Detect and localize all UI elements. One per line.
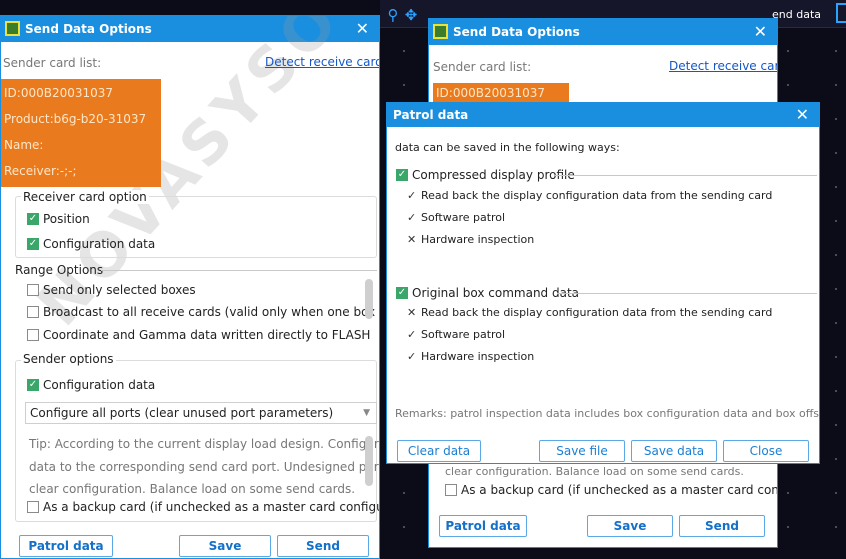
compressed-item-2: Software patrol	[421, 211, 506, 224]
app-icon	[433, 24, 448, 39]
clear-data-button[interactable]: Clear data	[397, 440, 481, 462]
coordinate-flash-label: Coordinate and Gamma data written direct…	[43, 328, 371, 342]
close-icon[interactable]: ✕	[796, 105, 809, 124]
close-icon[interactable]: ✕	[754, 22, 767, 41]
send-data-toolbar-text[interactable]: end data	[772, 8, 821, 21]
position-label: Position	[43, 212, 90, 226]
search-icon[interactable]: ⚲	[384, 6, 402, 24]
card-product: Product:b6g-b20-31037	[4, 112, 147, 126]
tip-scrollbar[interactable]	[365, 436, 373, 486]
close-icon[interactable]: ✕	[356, 19, 369, 38]
range-options-divider	[101, 270, 377, 271]
save-data-button[interactable]: Save data	[631, 440, 717, 462]
port-config-value: Configure all ports (clear unused port p…	[30, 406, 334, 420]
original-item-3-mark: ✓	[407, 350, 417, 363]
right-backup-card-label: As a backup card (if unchecked as a mast…	[461, 483, 778, 497]
original-box-checkbox[interactable]: ✓	[396, 287, 408, 299]
compressed-divider	[555, 175, 817, 176]
right-card-id: ID:000B20031037	[436, 86, 546, 100]
sender-configuration-checkbox[interactable]: ✓	[27, 379, 39, 391]
original-item-1-mark: ✕	[407, 306, 417, 319]
right-tip-line: clear configuration. Balance load on som…	[445, 465, 744, 478]
right-patrol-data-button[interactable]: Patrol data	[439, 515, 527, 537]
detect-receive-cards-link[interactable]: Detect receive cards	[265, 55, 379, 69]
sender-configuration-label: Configuration data	[43, 378, 156, 392]
receiver-configuration-checkbox[interactable]: ✓	[27, 238, 39, 250]
move-icon[interactable]: ✥	[402, 6, 420, 24]
card-id: ID:000B20031037	[4, 86, 114, 100]
right-save-button[interactable]: Save	[587, 515, 673, 537]
send-selected-label: Send only selected boxes	[43, 283, 196, 297]
chevron-down-icon: ▼	[363, 408, 370, 418]
right-dialog-title: Send Data Options	[453, 25, 580, 39]
compressed-item-3-mark: ✕	[407, 233, 417, 246]
right-send-button[interactable]: Send	[679, 515, 765, 537]
original-divider	[557, 293, 817, 294]
left-dialog-title: Send Data Options	[25, 22, 152, 36]
original-item-3: Hardware inspection	[421, 350, 535, 363]
range-options-label: Range Options	[15, 263, 104, 277]
right-backup-card-checkbox[interactable]	[445, 484, 457, 496]
tip-line-3: clear configuration. Balance load on som…	[29, 482, 356, 496]
card-name: Name:	[4, 138, 44, 152]
left-dialog-titlebar: Send Data Options ✕	[1, 16, 379, 42]
original-item-2-mark: ✓	[407, 328, 417, 341]
right-dialog-titlebar: Send Data Options ✕	[429, 19, 777, 45]
coordinate-flash-checkbox[interactable]	[27, 329, 39, 341]
card-receiver: Receiver:-;-;	[4, 164, 77, 178]
broadcast-checkbox[interactable]	[27, 306, 39, 318]
tip-line-1: Tip: According to the current display lo…	[29, 437, 380, 451]
receiver-configuration-label: Configuration data	[43, 237, 156, 251]
patrol-data-button[interactable]: Patrol data	[19, 535, 113, 557]
close-button[interactable]: Close	[723, 440, 809, 462]
position-checkbox[interactable]: ✓	[27, 213, 39, 225]
range-scrollbar[interactable]	[365, 279, 373, 319]
patrol-dialog-title: Patrol data	[393, 108, 469, 122]
left-send-data-dialog: Send Data Options ✕ NOVASYSO Sender card…	[0, 15, 380, 559]
receiver-card-option-label: Receiver card option	[21, 190, 149, 204]
compressed-item-1-mark: ✓	[407, 189, 417, 202]
original-item-1: Read back the display configuration data…	[421, 306, 773, 319]
broadcast-label: Broadcast to all receive cards (valid on…	[43, 305, 380, 319]
compressed-item-1: Read back the display configuration data…	[421, 189, 773, 202]
right-sender-card-item[interactable]: ID:000B20031037	[433, 83, 569, 103]
patrol-data-dialog: Patrol data ✕ data can be saved in the f…	[386, 102, 820, 464]
patrol-intro: data can be saved in the following ways:	[395, 141, 620, 154]
right-detect-receive-cards-link[interactable]: Detect receive cards	[669, 59, 777, 73]
patrol-dialog-titlebar: Patrol data ✕	[387, 103, 819, 127]
compressed-profile-label: Compressed display profile	[412, 168, 575, 182]
compressed-item-2-mark: ✓	[407, 211, 417, 224]
tip-line-2: data to the corresponding send card port…	[29, 460, 380, 474]
patrol-remarks: Remarks: patrol inspection data includes…	[395, 407, 820, 420]
right-sender-card-list-label: Sender card list:	[433, 60, 532, 74]
compressed-item-3: Hardware inspection	[421, 233, 535, 246]
sender-options-label: Sender options	[21, 352, 116, 366]
original-item-2: Software patrol	[421, 328, 506, 341]
send-button[interactable]: Send	[277, 535, 369, 557]
port-config-select[interactable]: Configure all ports (clear unused port p…	[25, 402, 377, 424]
sender-card-item[interactable]: ID:000B20031037 Product:b6g-b20-31037 Na…	[1, 79, 161, 187]
app-icon	[5, 21, 20, 36]
compressed-profile-checkbox[interactable]: ✓	[396, 169, 408, 181]
send-selected-checkbox[interactable]	[27, 284, 39, 296]
original-box-label: Original box command data	[412, 286, 580, 300]
toolbar-square-icon[interactable]	[836, 3, 846, 23]
save-button[interactable]: Save	[179, 535, 271, 557]
backup-card-label: As a backup card (if unchecked as a mast…	[43, 500, 380, 514]
save-file-button[interactable]: Save file	[539, 440, 625, 462]
backup-card-checkbox[interactable]	[27, 501, 39, 513]
sender-card-list-label: Sender card list:	[3, 56, 102, 70]
